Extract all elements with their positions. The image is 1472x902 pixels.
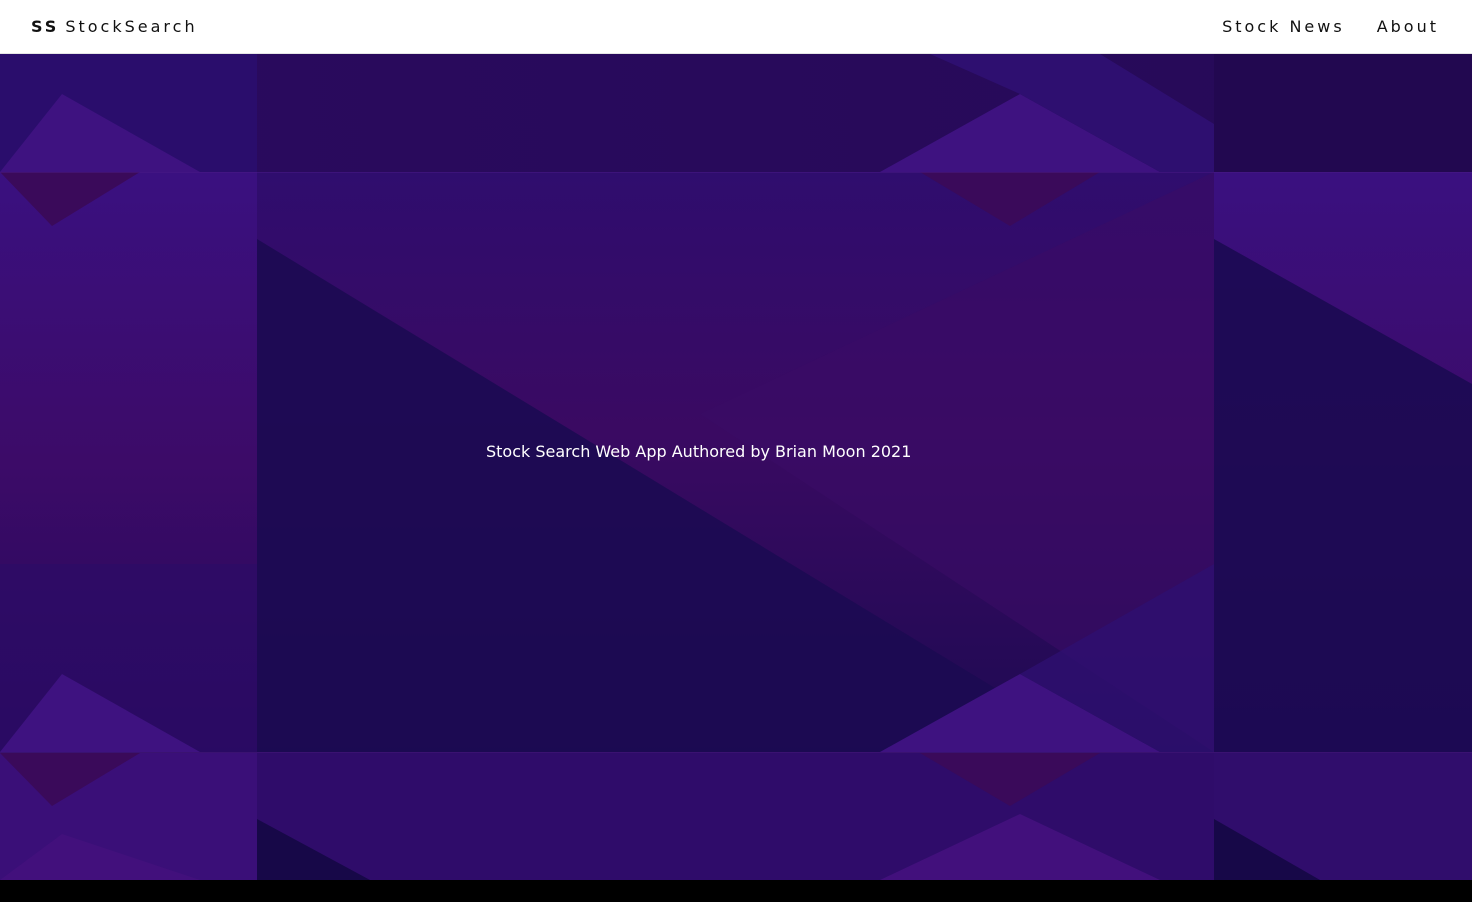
hero-tagline: Stock Search Web App Authored by Brian M…	[486, 442, 912, 461]
bottom-black-bar	[0, 880, 1472, 902]
brand-logo-link[interactable]: SS StockSearch	[31, 17, 198, 36]
hero-section: Stock Search Web App Authored by Brian M…	[0, 54, 1472, 880]
hero-background-pattern	[0, 54, 1472, 880]
main-nav: Stock News About	[1222, 17, 1439, 36]
nav-link-about[interactable]: About	[1377, 17, 1439, 36]
brand-abbreviation: SS	[31, 17, 60, 36]
top-navbar: SS StockSearch Stock News About	[0, 0, 1472, 54]
nav-link-stock-news[interactable]: Stock News	[1222, 17, 1345, 36]
brand-name: StockSearch	[65, 17, 198, 36]
